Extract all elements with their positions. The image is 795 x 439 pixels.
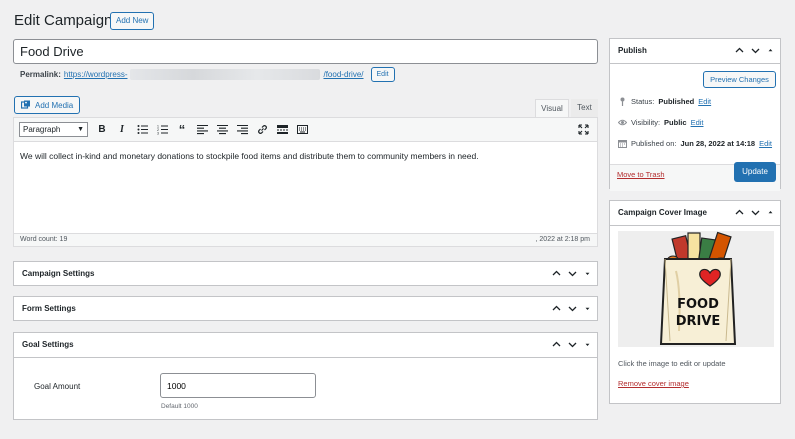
status-row: Status: Published Edit: [618, 97, 711, 106]
form-settings-box: Form Settings: [13, 296, 598, 321]
toggle-panel-icon[interactable]: [584, 340, 591, 349]
visibility-label: Visibility:: [631, 118, 661, 127]
add-media-icon: [21, 100, 30, 109]
word-count: Word count: 19: [20, 236, 68, 243]
move-up-icon[interactable]: [735, 208, 744, 217]
bold-icon[interactable]: B: [92, 120, 112, 140]
tab-text[interactable]: Text: [571, 99, 598, 117]
cover-image[interactable]: FOOD DRIVE: [618, 231, 774, 347]
goal-amount-label: Goal Amount: [34, 382, 81, 391]
align-right-icon[interactable]: [232, 120, 252, 140]
move-up-icon[interactable]: [735, 46, 744, 55]
goal-settings-header[interactable]: Goal Settings: [14, 333, 597, 356]
svg-text:3: 3: [157, 132, 159, 136]
cover-image-text-line2: DRIVE: [676, 314, 721, 329]
numbered-list-icon[interactable]: 123: [152, 120, 172, 140]
move-down-icon[interactable]: [751, 208, 760, 217]
goal-settings-box: Goal Settings Goal Amount Default 1000: [13, 332, 598, 420]
cover-image-text-line1: FOOD: [677, 297, 719, 312]
chevron-down-icon: ▼: [77, 126, 84, 133]
blockquote-icon[interactable]: “: [172, 120, 192, 140]
campaign-cover-header[interactable]: Campaign Cover Image: [610, 201, 780, 224]
campaign-settings-title: Campaign Settings: [22, 269, 95, 278]
published-on-edit-link[interactable]: Edit: [759, 139, 772, 148]
move-to-trash-link[interactable]: Move to Trash: [617, 170, 665, 179]
publish-header[interactable]: Publish: [610, 39, 780, 62]
toggle-panel-icon[interactable]: [767, 46, 774, 55]
last-edited: , 2022 at 2:18 pm: [535, 236, 590, 243]
page-title: Edit Campaign: [14, 12, 113, 29]
format-select[interactable]: Paragraph ▼: [19, 122, 88, 137]
calendar-icon: [618, 140, 627, 148]
format-select-value: Paragraph: [23, 125, 61, 134]
more-tag-icon[interactable]: [272, 120, 292, 140]
published-on-value: Jun 28, 2022 at 14:18: [680, 139, 756, 148]
status-value: Published: [658, 97, 695, 106]
status-edit-link[interactable]: Edit: [698, 97, 711, 106]
align-left-icon[interactable]: [192, 120, 212, 140]
cover-image-caption: Click the image to edit or update: [618, 359, 726, 368]
move-down-icon[interactable]: [568, 304, 577, 313]
campaign-settings-box: Campaign Settings: [13, 261, 598, 286]
visibility-value: Public: [664, 118, 687, 127]
update-button[interactable]: Update: [734, 162, 776, 182]
preview-changes-button[interactable]: Preview Changes: [703, 71, 776, 88]
tab-visual[interactable]: Visual: [535, 99, 569, 117]
add-media-label: Add Media: [35, 100, 74, 110]
publish-title: Publish: [618, 46, 647, 55]
published-on-label: Published on:: [631, 139, 677, 148]
toggle-panel-icon[interactable]: [584, 269, 591, 278]
editor-toolbar: Paragraph ▼ B I 123 “: [14, 118, 597, 142]
move-down-icon[interactable]: [751, 46, 760, 55]
permalink-prefix-link[interactable]: https://wordpress-: [64, 70, 128, 79]
campaign-cover-box: Campaign Cover Image FOOD DRIVE Click th…: [609, 200, 781, 404]
goal-settings-body: Goal Amount Default 1000: [14, 357, 597, 419]
italic-icon[interactable]: I: [112, 120, 132, 140]
editor-status-bar: Word count: 19 , 2022 at 2:18 pm: [14, 233, 597, 246]
visibility-edit-link[interactable]: Edit: [691, 118, 704, 127]
remove-cover-image-link[interactable]: Remove cover image: [618, 379, 689, 388]
fullscreen-icon[interactable]: [573, 120, 593, 140]
eye-icon: [618, 119, 627, 126]
form-settings-header[interactable]: Form Settings: [14, 297, 597, 320]
permalink-row: Permalink: https://wordpress- /food-drive…: [20, 67, 395, 82]
campaign-cover-title: Campaign Cover Image: [618, 208, 707, 217]
move-down-icon[interactable]: [568, 340, 577, 349]
move-up-icon[interactable]: [552, 340, 561, 349]
add-new-button[interactable]: Add New: [110, 12, 155, 30]
visibility-row: Visibility: Public Edit: [618, 118, 704, 127]
publish-box: Publish Preview Changes Status: Published…: [609, 38, 781, 191]
status-label: Status:: [631, 97, 655, 106]
add-media-button[interactable]: Add Media: [14, 96, 81, 114]
bullet-list-icon[interactable]: [132, 120, 152, 140]
form-settings-title: Form Settings: [22, 304, 76, 313]
toolbar-toggle-icon[interactable]: [292, 120, 312, 140]
move-up-icon[interactable]: [552, 304, 561, 313]
move-down-icon[interactable]: [568, 269, 577, 278]
permalink-slug-link[interactable]: /food-drive/: [323, 70, 363, 79]
permalink-redacted: [130, 69, 321, 80]
publish-body: Preview Changes Status: Published Edit Vis…: [610, 63, 780, 191]
food-drive-bag-illustration: FOOD DRIVE: [659, 231, 737, 345]
goal-settings-title: Goal Settings: [22, 340, 74, 349]
move-up-icon[interactable]: [552, 269, 561, 278]
goal-amount-help: Default 1000: [161, 403, 198, 410]
permalink-edit-button[interactable]: Edit: [370, 67, 395, 82]
goal-amount-input[interactable]: [160, 373, 316, 398]
content-editor: Paragraph ▼ B I 123 “ We will collect in-…: [13, 117, 598, 247]
toggle-panel-icon[interactable]: [584, 304, 591, 313]
align-center-icon[interactable]: [212, 120, 232, 140]
pin-icon: [620, 97, 625, 106]
campaign-settings-header[interactable]: Campaign Settings: [14, 262, 597, 285]
published-on-row: Published on: Jun 28, 2022 at 14:18 Edit: [618, 139, 772, 148]
post-title-input[interactable]: [13, 39, 598, 64]
campaign-cover-body: FOOD DRIVE Click the image to edit or up…: [610, 225, 780, 405]
toggle-panel-icon[interactable]: [767, 208, 774, 217]
permalink-label: Permalink:: [20, 70, 61, 79]
editor-content[interactable]: We will collect in-kind and monetary don…: [20, 151, 479, 161]
link-icon[interactable]: [252, 120, 272, 140]
